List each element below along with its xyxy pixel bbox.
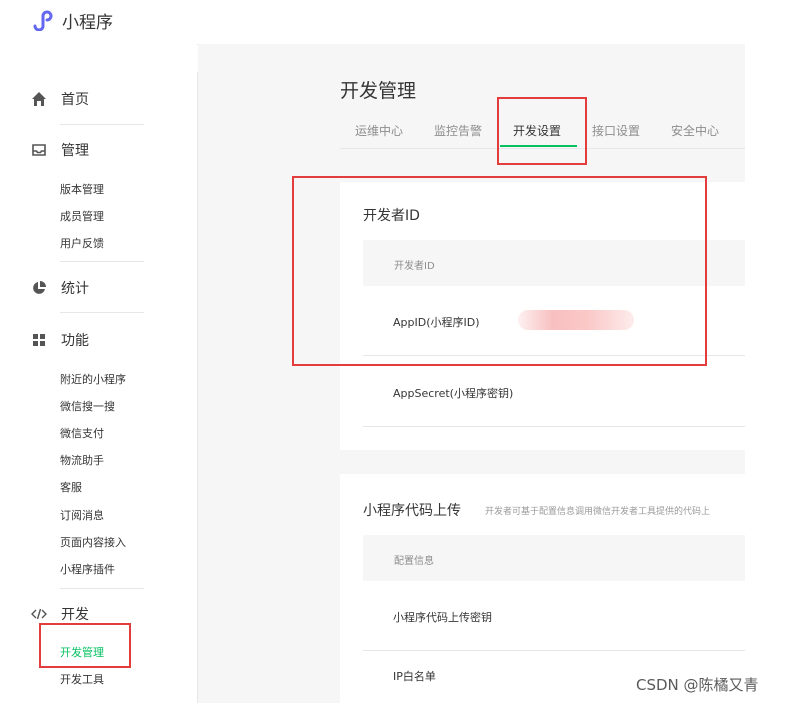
sidebar-item-features[interactable]: 功能 [31, 329, 89, 351]
sidebar-item-label: 开发 [61, 607, 89, 623]
sidebar-divider [60, 312, 144, 313]
sidebar-subitem[interactable]: 页面内容接入 [60, 534, 126, 550]
sidebar-item-manage[interactable]: 管理 [31, 139, 89, 161]
page-title: 开发管理 [340, 80, 417, 102]
sidebar-item-label: 功能 [61, 333, 89, 349]
tab-monitor-alert[interactable]: 监控告警 [434, 122, 482, 139]
sidebar-divider [60, 261, 144, 262]
sidebar-item-label: 统计 [61, 281, 89, 297]
sidebar-item-home[interactable]: 首页 [31, 88, 89, 110]
pie-chart-icon [33, 281, 46, 294]
sidebar-item-stats[interactable]: 统计 [31, 277, 89, 299]
right-margin [745, 44, 788, 703]
sidebar-subitem[interactable]: 版本管理 [60, 181, 104, 197]
card-description: 开发者可基于配置信息调用微信开发者工具提供的代码上 [485, 507, 711, 517]
sidebar-subitem[interactable]: 微信搜一搜 [60, 398, 115, 414]
sidebar-subitem[interactable]: 开发工具 [60, 671, 104, 687]
sidebar-subitem[interactable]: 物流助手 [60, 452, 104, 468]
tab-security-center[interactable]: 安全中心 [671, 122, 719, 139]
sidebar-item-label: 管理 [61, 143, 89, 159]
highlight-box [39, 623, 131, 668]
code-icon [31, 608, 47, 620]
sidebar-subitem[interactable]: 小程序插件 [60, 561, 115, 577]
ip-whitelist-label: IP白名单 [393, 670, 436, 683]
home-icon [32, 92, 46, 106]
brand-title: 小程序 [62, 12, 113, 33]
highlight-box [292, 176, 707, 366]
tab-api-settings[interactable]: 接口设置 [592, 122, 640, 139]
watermark: CSDN @陈橘又青 [636, 676, 759, 694]
sidebar-item-label: 首页 [61, 92, 89, 108]
sidebar-subitem[interactable]: 成员管理 [60, 208, 104, 224]
highlight-box [497, 97, 587, 165]
table-header-label: 配置信息 [394, 556, 434, 567]
sidebar-subitem[interactable]: 用户反馈 [60, 235, 104, 251]
top-bar: 小程序 [0, 0, 788, 45]
card-title: 小程序代码上传 [363, 503, 461, 519]
sidebar-subitem[interactable]: 客服 [60, 479, 82, 495]
miniprogram-logo-icon [33, 10, 53, 31]
sidebar-divider [60, 124, 144, 125]
sidebar-divider [60, 588, 144, 589]
brand[interactable]: 小程序 [32, 9, 113, 33]
sidebar-subitem[interactable]: 订阅消息 [60, 507, 104, 523]
sidebar-subitem[interactable]: 微信支付 [60, 425, 104, 441]
upload-key-label: 小程序代码上传密钥 [393, 611, 492, 624]
row-divider [363, 426, 745, 427]
grid-icon [33, 334, 45, 346]
appsecret-label: AppSecret(小程序密钥) [393, 387, 514, 400]
tab-ops-center[interactable]: 运维中心 [355, 122, 403, 139]
inbox-icon [32, 144, 46, 156]
sidebar-subitem[interactable]: 附近的小程序 [60, 371, 126, 387]
table-header: 配置信息 [363, 535, 745, 581]
sidebar-item-dev[interactable]: 开发 [31, 603, 89, 625]
row-divider [363, 650, 745, 651]
